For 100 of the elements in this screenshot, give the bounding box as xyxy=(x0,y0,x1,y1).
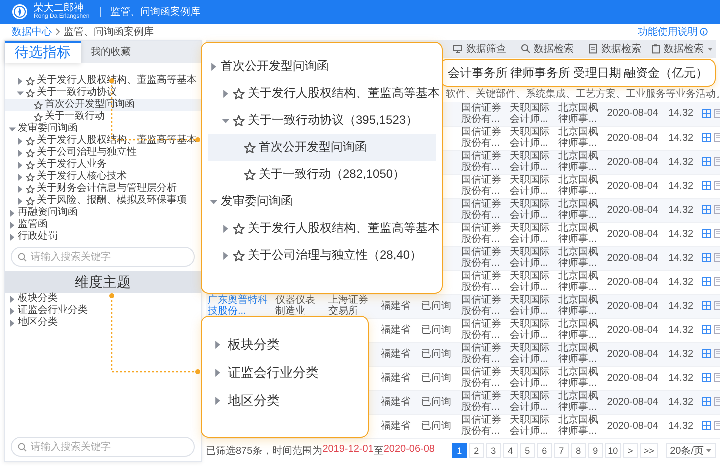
page-button[interactable]: 10 xyxy=(605,443,622,458)
company-link[interactable]: 广东奥普特科技股份... xyxy=(208,295,272,317)
star-icon xyxy=(26,88,35,98)
star-icon xyxy=(233,250,245,262)
grid-icon[interactable] xyxy=(702,373,712,382)
grid-icon[interactable] xyxy=(702,301,712,310)
page-button[interactable]: 2 xyxy=(469,443,484,458)
grid-icon[interactable] xyxy=(702,397,712,406)
grid-icon[interactable] xyxy=(702,109,712,118)
page-button[interactable]: 4 xyxy=(503,443,518,458)
data-tab[interactable]: 数据检索 xyxy=(648,40,716,58)
document-icon[interactable] xyxy=(714,397,720,406)
search-field[interactable]: 请输入搜索关键字 xyxy=(11,247,195,267)
tree-item[interactable]: 关于财务会计信息与管理层分析 xyxy=(5,183,201,195)
tree-item[interactable]: 关于发行人业务 xyxy=(5,159,201,171)
table-cell: 14.32 xyxy=(666,366,700,390)
tree-item[interactable]: 首次公开发型问询函 xyxy=(208,53,436,80)
grid-icon[interactable] xyxy=(702,325,712,334)
tree-item[interactable]: 关于一致行动（282,1050） xyxy=(208,161,436,188)
page-button[interactable]: 7 xyxy=(554,443,570,458)
tree-item[interactable]: 板块分类 xyxy=(5,293,201,305)
table-cell: 天职国际会计师... xyxy=(508,126,557,150)
tree-item[interactable]: 首次公开发型问询函 xyxy=(208,134,436,161)
tree-item[interactable]: 关于公司治理与独立性 xyxy=(5,147,201,159)
page-button[interactable]: 5 xyxy=(520,443,536,458)
last-page-button[interactable]: >> xyxy=(640,443,658,458)
document-icon[interactable] xyxy=(714,205,720,214)
document-icon[interactable] xyxy=(714,277,720,286)
grid-icon[interactable] xyxy=(702,133,712,142)
document-icon[interactable] xyxy=(714,253,720,262)
tree-item[interactable]: 再融资问询函 xyxy=(5,207,201,219)
app-name: 荣大二郎神 xyxy=(34,4,84,14)
tree-item[interactable]: 地区分类 xyxy=(210,387,360,415)
tree-item[interactable]: 监管函 xyxy=(5,219,201,231)
tree-item[interactable]: 证监会行业分类 xyxy=(210,359,360,387)
tree-item[interactable]: 关于发行人核心技术 xyxy=(5,171,201,183)
breadcrumb-current: 监管、问询函案例库 xyxy=(64,26,154,39)
table-cell: 14.32 xyxy=(666,102,700,126)
tree-item[interactable]: 关于一致行动 xyxy=(5,111,201,123)
next-page-button[interactable]: > xyxy=(623,443,638,458)
page-button[interactable]: 8 xyxy=(571,443,586,458)
search-icon xyxy=(520,44,531,54)
document-icon[interactable] xyxy=(714,133,720,142)
star-icon xyxy=(244,142,256,154)
column-header: 受理日期 xyxy=(573,64,622,82)
panel-tab[interactable]: 待选指标 xyxy=(5,41,81,63)
grid-icon[interactable] xyxy=(702,181,712,190)
table-cell: 北京国枫律师事... xyxy=(556,318,606,342)
document-icon[interactable] xyxy=(714,229,720,238)
tree-item[interactable]: 关于公司治理与独立性（28,40） xyxy=(208,242,436,269)
page-button[interactable]: 6 xyxy=(537,443,552,458)
page-button[interactable]: 9 xyxy=(588,443,604,458)
document-icon[interactable] xyxy=(714,373,720,382)
grid-icon[interactable] xyxy=(702,253,712,262)
data-tab[interactable]: 数据筛查 xyxy=(446,40,514,58)
document-icon[interactable] xyxy=(714,157,720,166)
column-header: 会计事务所 xyxy=(448,64,508,82)
page-size-select[interactable]: 20条/页 xyxy=(666,443,716,458)
tree-item[interactable]: 发审委问询函 xyxy=(208,188,436,215)
tree-item[interactable]: 首次公开发型问询函 xyxy=(5,99,201,111)
table-cell: 国信证券股份有... xyxy=(460,174,508,198)
page-button[interactable]: 1 xyxy=(452,443,468,458)
table-cell: 已问询 xyxy=(419,294,460,318)
help-link[interactable]: 功能使用说明 xyxy=(638,25,708,39)
tree-item[interactable]: 地区分类 xyxy=(5,317,201,329)
grid-icon[interactable] xyxy=(702,205,712,214)
grid-icon[interactable] xyxy=(702,421,712,430)
tree-item[interactable]: 板块分类 xyxy=(210,331,360,359)
document-icon[interactable] xyxy=(714,421,720,430)
tree-item[interactable]: 证监会行业分类 xyxy=(5,305,201,317)
star-icon xyxy=(26,160,35,170)
panel-tab[interactable]: 我的收藏 xyxy=(81,41,141,63)
document-icon[interactable] xyxy=(714,325,720,334)
document-icon[interactable] xyxy=(714,109,720,118)
grid-icon[interactable] xyxy=(702,349,712,358)
table-cell: 福建省 xyxy=(379,390,420,414)
data-tab[interactable]: 数据检索 xyxy=(514,40,581,58)
grid-icon[interactable] xyxy=(702,157,712,166)
document-icon[interactable] xyxy=(714,181,720,190)
document-icon xyxy=(588,44,598,54)
table-cell: 国信证券股份有... xyxy=(460,342,508,366)
caret-down-icon xyxy=(706,448,712,454)
tree-item[interactable]: 关于风险、报酬、模拟及环保事项 xyxy=(5,195,201,207)
grid-icon[interactable] xyxy=(702,277,712,286)
table-cell: 2020-08-04 xyxy=(605,366,667,390)
table-cell: 14.32 xyxy=(666,246,700,270)
search-field[interactable]: 请输入搜索关键字 xyxy=(11,437,195,457)
table-cell: 天职国际会计师... xyxy=(508,342,557,366)
table-cell: 北京国枫律师事... xyxy=(556,414,606,438)
grid-icon[interactable] xyxy=(702,229,712,238)
table-cell: 天职国际会计师... xyxy=(508,294,557,318)
data-tab[interactable]: 数据检索 xyxy=(581,40,648,58)
tree-item[interactable]: 发审委问询函 xyxy=(5,123,201,135)
page-button[interactable]: 3 xyxy=(486,443,502,458)
document-icon[interactable] xyxy=(714,301,720,310)
tree-item[interactable]: 关于一致行动协议（395,1523） xyxy=(208,107,436,134)
breadcrumb-link[interactable]: 数据中心 xyxy=(12,25,52,39)
document-icon[interactable] xyxy=(714,349,720,358)
tree-item[interactable]: 行政处罚 xyxy=(5,231,201,243)
table-cell: 国信证券股份有... xyxy=(460,126,508,150)
